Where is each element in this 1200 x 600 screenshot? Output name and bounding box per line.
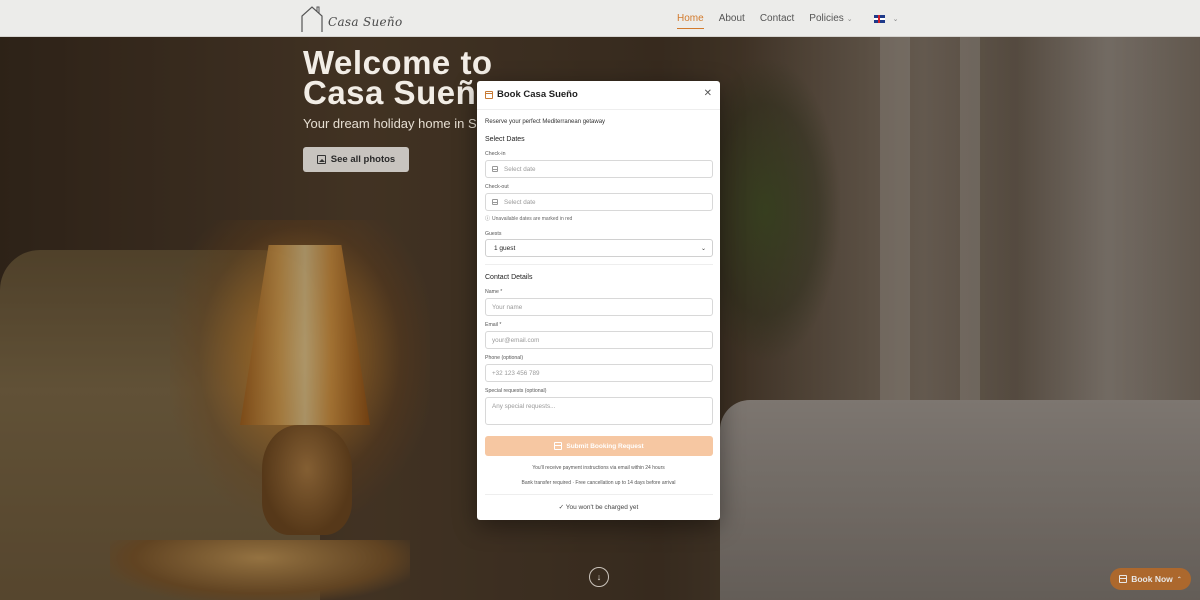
booking-modal: Book Casa Sueño ✕ Reserve your perfect M…	[477, 81, 720, 520]
calendar-icon	[485, 90, 493, 99]
guests-value: 1 guest	[494, 244, 516, 252]
name-placeholder: Your name	[492, 303, 523, 311]
hero-title: Welcome to Casa Sueño	[303, 46, 497, 111]
name-field[interactable]: Your name	[485, 298, 713, 316]
top-navbar: Casa Sueño Home About Contact Policies ⌄ …	[0, 0, 1200, 37]
not-charged-note: ✓ You won't be charged yet	[558, 504, 639, 511]
submit-booking-button[interactable]: Submit Booking Request	[485, 436, 713, 456]
email-placeholder: your@email.com	[492, 336, 540, 344]
unavailable-hint-text: Unavailable dates are marked in red	[492, 215, 573, 222]
nav-home[interactable]: Home	[677, 11, 704, 29]
scroll-down-button[interactable]: ↓	[589, 567, 609, 587]
house-logo-icon	[301, 6, 323, 32]
chevron-down-icon: ⌄	[892, 15, 899, 23]
checkout-label: Check-out	[485, 184, 509, 190]
arrow-down-icon: ↓	[596, 572, 602, 582]
special-requests-field[interactable]: Any special requests...	[485, 397, 713, 425]
info-icon: ⓘ	[485, 216, 491, 222]
checkout-field[interactable]: Select date	[485, 193, 713, 211]
modal-header: Book Casa Sueño ✕	[477, 81, 720, 110]
image-icon	[316, 155, 326, 164]
calendar-icon	[554, 442, 563, 450]
bank-transfer-note: Bank transfer required · Free cancellati…	[521, 480, 676, 486]
checkin-field[interactable]: Select date	[485, 160, 713, 178]
checkout-placeholder: Select date	[504, 198, 536, 206]
nav-contact[interactable]: Contact	[760, 11, 794, 26]
email-label: Email *	[485, 322, 502, 328]
payment-note: You'll receive payment instructions via …	[532, 465, 665, 471]
chevron-up-icon: ⌃	[1176, 576, 1182, 583]
see-all-photos-label: See all photos	[330, 154, 396, 165]
uk-flag-icon	[873, 14, 885, 23]
checkin-label: Check-in	[485, 151, 506, 157]
chevron-down-icon: ⌄	[700, 245, 706, 252]
site-logo[interactable]: Casa Sueño	[300, 3, 402, 33]
nav-about[interactable]: About	[719, 11, 745, 26]
nav-menu: Home About Contact Policies ⌄ ⌄	[677, 0, 899, 37]
phone-field[interactable]: +32 123 456 789	[485, 364, 713, 382]
requests-placeholder: Any special requests...	[492, 403, 556, 410]
footer-divider	[485, 494, 713, 495]
language-selector[interactable]: ⌄	[873, 14, 899, 23]
logo-text: Casa Sueño	[328, 15, 403, 29]
nav-policies[interactable]: Policies ⌄	[809, 11, 852, 26]
calendar-icon	[492, 199, 498, 205]
requests-label: Special requests (optional)	[485, 388, 547, 394]
hero-subtitle: Your dream holiday home in Sp	[303, 116, 484, 131]
unavailable-dates-hint: ⓘ Unavailable dates are marked in red	[485, 215, 573, 223]
close-icon[interactable]: ✕	[704, 89, 712, 99]
section-divider	[485, 264, 713, 265]
hero-title-line2: Casa Sueño	[303, 74, 497, 111]
contact-section-title: Contact Details	[485, 274, 533, 281]
calendar-icon	[492, 166, 498, 172]
modal-tagline: Reserve your perfect Mediterranean getaw…	[485, 119, 606, 125]
modal-title-text: Book Casa Sueño	[497, 89, 578, 100]
nav-policies-label: Policies	[809, 13, 844, 24]
phone-placeholder: +32 123 456 789	[492, 369, 540, 377]
email-field[interactable]: your@email.com	[485, 331, 713, 349]
dates-section-title: Select Dates	[485, 136, 525, 143]
checkin-placeholder: Select date	[504, 165, 536, 173]
book-now-label: Book Now	[1131, 574, 1173, 584]
name-label: Name *	[485, 289, 503, 295]
guests-label: Guests	[485, 231, 502, 237]
chevron-down-icon: ⌄	[846, 16, 853, 23]
see-all-photos-button[interactable]: See all photos	[303, 147, 409, 172]
guests-select[interactable]: 1 guest ⌄	[485, 239, 713, 257]
book-now-button[interactable]: Book Now ⌃	[1110, 568, 1191, 590]
modal-title: Book Casa Sueño	[485, 89, 578, 100]
calendar-icon	[1119, 575, 1128, 583]
phone-label: Phone (optional)	[485, 355, 524, 361]
submit-booking-label: Submit Booking Request	[566, 442, 644, 450]
